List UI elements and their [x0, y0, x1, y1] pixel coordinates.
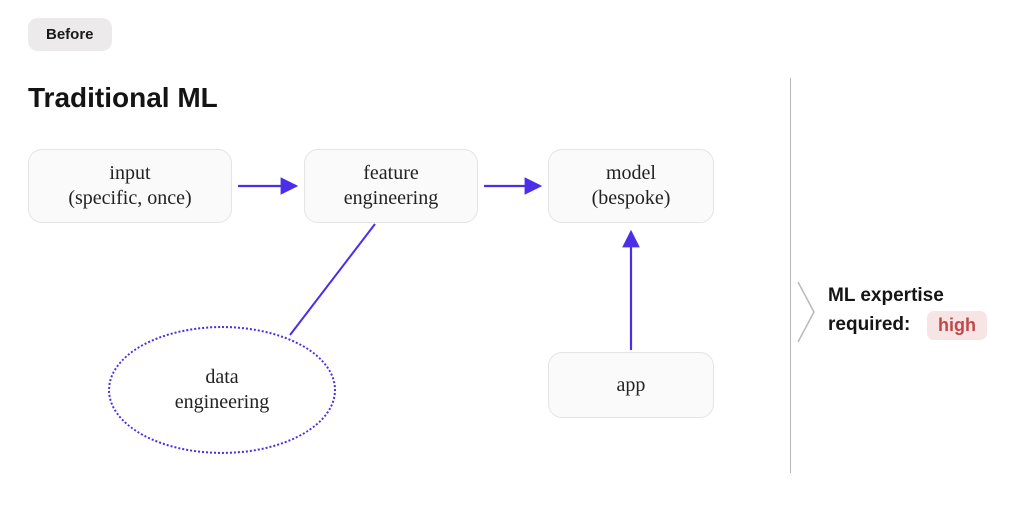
box-input: input (specific, once) — [28, 149, 232, 223]
box-model: model (bespoke) — [548, 149, 714, 223]
badge-before: Before — [28, 18, 112, 51]
brace-icon — [796, 282, 818, 342]
page-title: Traditional ML — [28, 82, 218, 114]
box-app: app — [548, 352, 714, 418]
box-feature-engineering: feature engineering — [304, 149, 478, 223]
ellipse-data-engineering: data engineering — [108, 326, 336, 454]
line-data-to-feature — [290, 224, 375, 335]
divider-vertical — [790, 78, 791, 473]
summary-value-high: high — [927, 311, 987, 340]
